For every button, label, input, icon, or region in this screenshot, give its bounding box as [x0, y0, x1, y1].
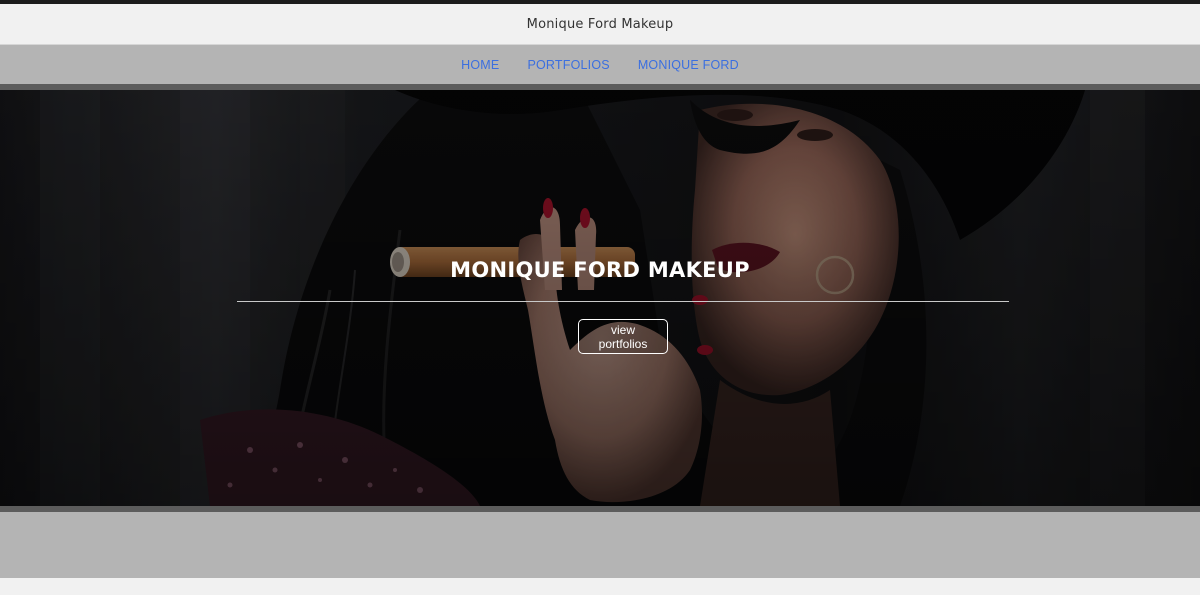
hero-divider — [237, 301, 1009, 302]
hero-banner: MONIQUE FORD MAKEUP view portfolios — [0, 90, 1200, 506]
nav-link-home[interactable]: HOME — [461, 58, 499, 72]
view-portfolios-button[interactable]: view portfolios — [578, 319, 668, 354]
hero-overlay — [0, 90, 1200, 506]
site-title: Monique Ford Makeup — [526, 16, 674, 32]
nav-link-portfolios[interactable]: PORTFOLIOS — [527, 58, 609, 72]
footer-band — [0, 512, 1200, 578]
hero-title: MONIQUE FORD MAKEUP — [450, 258, 750, 282]
nav-link-monique-ford[interactable]: MONIQUE FORD — [638, 58, 739, 72]
main-nav: HOME PORTFOLIOS MONIQUE FORD — [0, 45, 1200, 84]
site-header: Monique Ford Makeup — [0, 4, 1200, 45]
page-bottom — [0, 578, 1200, 595]
